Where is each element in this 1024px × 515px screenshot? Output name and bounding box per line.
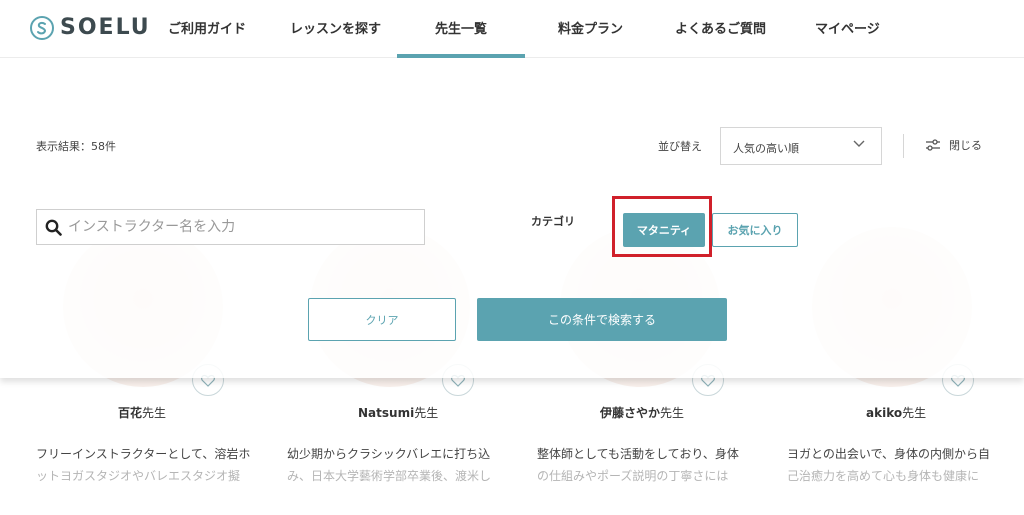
sort-selected-value: 人気の高い順 [733, 142, 799, 155]
highlight-annotation [612, 196, 712, 257]
search-icon [45, 219, 62, 236]
teacher-description: フリーインストラクターとして、溶岩ホ ットヨガスタジオやバレエスタジオ擬 [36, 447, 251, 483]
clear-button[interactable]: クリア [308, 298, 456, 341]
logo-text: SOELU [60, 15, 151, 40]
teacher-name[interactable]: akiko先生 [866, 404, 926, 421]
nav-pricing[interactable]: 料金プラン [558, 18, 623, 37]
chevron-down-icon [853, 140, 865, 147]
nav-teachers[interactable]: 先生一覧 [435, 18, 487, 37]
category-favorites-button[interactable]: お気に入り [712, 213, 798, 247]
teacher-description: 幼少期からクラシックバレエに打ち込 み、日本大学藝術学部卒業後、渡米し [287, 447, 492, 483]
site-header: SOELU ご利用ガイド レッスンを探す 先生一覧 料金プラン よくあるご質問 … [0, 0, 1024, 58]
nav-guide[interactable]: ご利用ガイド [168, 18, 246, 37]
close-filter-button[interactable]: 閉じる [925, 137, 982, 153]
teacher-name[interactable]: 伊藤さやか先生 [600, 404, 684, 421]
sliders-icon [926, 139, 940, 151]
sort-label: 並び替え [658, 140, 702, 153]
search-submit-button[interactable]: この条件で検索する [477, 298, 727, 341]
soelu-logo[interactable]: SOELU [30, 15, 151, 40]
teacher-name[interactable]: Natsumi先生 [358, 404, 438, 421]
close-label: 閉じる [949, 139, 982, 152]
instructor-search-input[interactable] [68, 219, 408, 235]
result-count: 表示結果：58件 [36, 140, 116, 153]
logo-mark-icon [30, 15, 54, 40]
category-label: カテゴリ [531, 215, 575, 228]
sort-select[interactable]: 人気の高い順 [720, 127, 882, 165]
teacher-description: ヨガとの出会いで、身体の内側から自 己治癒力を高めて心も身体も健康に [787, 447, 991, 483]
nav-mypage[interactable]: マイページ [815, 18, 880, 37]
divider [903, 134, 904, 158]
nav-faq[interactable]: よくあるご質問 [675, 18, 766, 37]
teacher-description: 整体師としても活動をしており、身体 の仕組みやポーズ説明の丁寧さには [537, 447, 739, 483]
instructor-search-box[interactable] [36, 209, 425, 245]
filter-panel: 表示結果：58件 並び替え 人気の高い順 閉じる カテゴリ クリア この条件で検… [0, 58, 1024, 378]
nav-find-lessons[interactable]: レッスンを探す [290, 18, 381, 37]
teacher-name[interactable]: 百花先生 [118, 404, 166, 421]
nav-active-indicator [397, 54, 525, 58]
